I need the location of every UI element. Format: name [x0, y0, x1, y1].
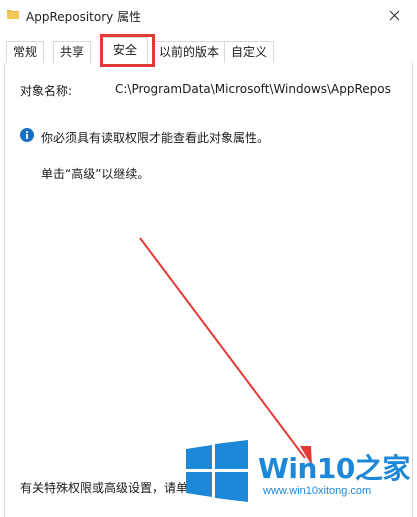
close-icon — [389, 10, 400, 21]
tab-general[interactable]: 常规 — [6, 41, 45, 63]
watermark-brand-win10: Win10 — [258, 452, 355, 485]
window-title: AppRepository 属性 — [26, 10, 142, 24]
tab-security[interactable]: 安全 — [102, 37, 149, 64]
title-bar: AppRepository 属性 — [0, 0, 417, 32]
tab-strip: 常规 共享 安全 以前的版本 自定义 — [0, 32, 417, 64]
tab-label: 共享 — [60, 45, 85, 59]
object-name-label: 对象名称: — [20, 84, 73, 98]
info-message: 你必须具有读取权限才能查看此对象属性。 — [41, 131, 270, 145]
tab-previous-versions[interactable]: 以前的版本 — [153, 41, 226, 63]
object-name-value: C:\ProgramData\Microsoft\Windows\AppRepo… — [115, 82, 391, 96]
watermark-brand-zhi: 之家 — [354, 452, 411, 485]
close-button[interactable] — [372, 0, 417, 32]
click-advanced-message: 单击“高级”以继续。 — [41, 167, 150, 181]
watermark-url: www.win10xitong.com — [263, 485, 372, 497]
watermark-brand: Win10之家 — [258, 447, 410, 487]
tab-sharing[interactable]: 共享 — [53, 41, 92, 63]
folder-icon — [7, 10, 19, 19]
tab-label: 安全 — [113, 43, 138, 57]
windows-logo-icon — [186, 440, 248, 502]
bottom-message: 有关特殊权限或高级设置，请单 — [20, 481, 189, 495]
tab-customize[interactable]: 自定义 — [224, 41, 275, 63]
info-icon — [20, 128, 34, 142]
tab-label: 以前的版本 — [159, 45, 220, 59]
tab-label: 常规 — [13, 45, 38, 59]
tab-label: 自定义 — [231, 45, 268, 59]
